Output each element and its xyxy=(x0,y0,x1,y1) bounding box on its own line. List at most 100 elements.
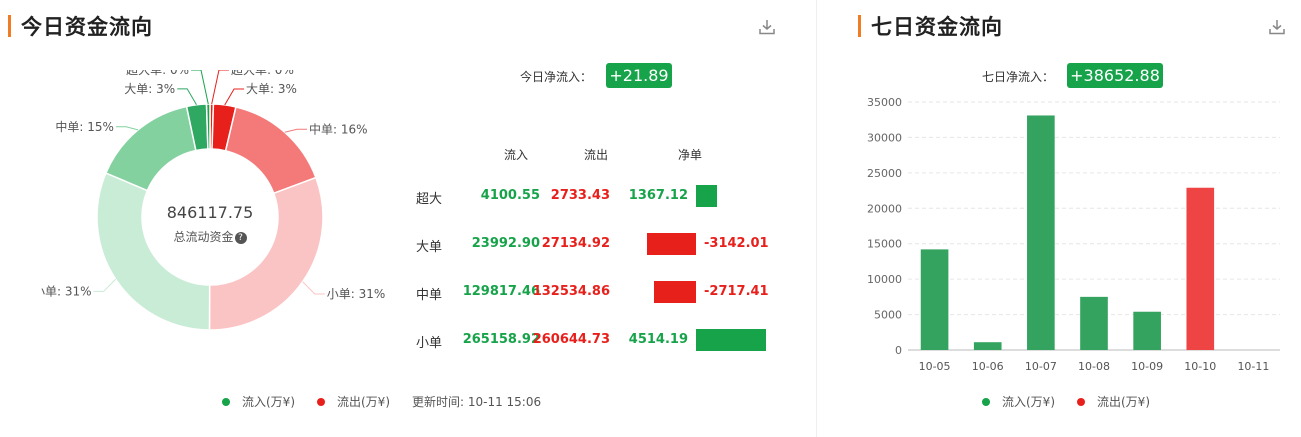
row-category: 超大 xyxy=(416,192,443,207)
week-title: 七日资金流向 xyxy=(871,15,1003,39)
today-donut-chart: 超大单: 0% 大单: 3% 中单: 16% 小单: 31% 小单: 31% 中单: 15… xyxy=(40,70,400,360)
row-outflow: 132534.86 xyxy=(532,284,610,299)
row-net-bar xyxy=(653,281,696,303)
legend-dot-in xyxy=(222,397,230,406)
row-inflow: 129817.46 xyxy=(462,284,540,299)
download-icon[interactable] xyxy=(1268,18,1286,36)
legend-dot-out xyxy=(1077,397,1085,406)
legend-label-in: 流入(万¥) xyxy=(1002,395,1055,409)
x-tick-label: 10-11 xyxy=(1237,360,1269,373)
row-net-bar xyxy=(696,185,718,207)
y-tick-label: 10000 xyxy=(867,273,902,286)
download-icon[interactable] xyxy=(758,18,776,36)
donut-slice-label: 小单: 31% xyxy=(327,287,386,301)
y-tick-label: 15000 xyxy=(867,238,902,251)
help-icon[interactable]: ? xyxy=(234,231,247,244)
row-net-value: 4514.19 xyxy=(628,332,688,347)
week-bar-chart: 0 5000 10000 15000 20000 25000 30000 35000 10-05… xyxy=(867,96,1280,373)
today-net-in-badge: +21.89 xyxy=(606,63,672,88)
x-tick-label: 10-07 xyxy=(1025,360,1057,373)
bar[interactable] xyxy=(1027,115,1055,350)
panel-divider xyxy=(816,0,817,437)
row-inflow: 23992.90 xyxy=(471,236,540,251)
total-fund-label: 总流动资金? xyxy=(40,228,380,245)
week-flow-panel: 七日资金流向 七日净流入： +38652.88 0 5000 10000 15000 2… xyxy=(830,0,1301,437)
legend-dot-out xyxy=(317,397,325,406)
bar[interactable] xyxy=(1186,187,1215,350)
donut-label-line xyxy=(224,88,245,106)
donut-label-line xyxy=(93,278,117,292)
table-header-in: 流入 xyxy=(504,148,529,162)
donut-slice-label: 中单: 15% xyxy=(55,119,114,134)
donut-slice-label: 超大单: 0% xyxy=(126,70,189,77)
y-tick-label: 25000 xyxy=(867,167,902,180)
bar[interactable] xyxy=(1133,311,1161,350)
row-category: 小单 xyxy=(416,336,443,351)
total-fund-value: 846117.75 xyxy=(166,203,254,222)
y-tick-label: 30000 xyxy=(867,131,902,144)
flow-table-row: 小单 265158.92 260644.73 4514.19 xyxy=(412,326,772,354)
x-tick-label: 10-09 xyxy=(1131,360,1163,373)
row-category: 中单 xyxy=(416,288,443,303)
total-fund-label-text: 总流动资金 xyxy=(173,230,234,244)
donut-label-line xyxy=(211,70,229,105)
donut-label-line xyxy=(302,281,325,295)
title-accent-bar xyxy=(858,15,861,37)
title-accent-bar xyxy=(8,15,11,37)
flow-table-row: 超大 4100.55 2733.43 1367.12 xyxy=(412,182,772,210)
x-tick-label: 10-05 xyxy=(919,360,951,373)
legend-label-out: 流出(万¥) xyxy=(1097,395,1150,409)
row-net-value: 1367.12 xyxy=(628,188,688,203)
legend-dot-in xyxy=(982,397,990,406)
row-net-bar xyxy=(696,329,766,351)
week-legend: 流入(万¥) 流出(万¥) xyxy=(982,393,1172,410)
donut-label-line xyxy=(177,88,197,106)
row-net-value: -2717.41 xyxy=(704,284,769,299)
y-tick-label: 0 xyxy=(895,344,902,357)
legend-item-out[interactable]: 流出(万¥) xyxy=(317,393,390,410)
donut-slice[interactable] xyxy=(96,172,211,331)
donut-slice[interactable] xyxy=(224,106,317,195)
legend-item-in[interactable]: 流入(万¥) xyxy=(982,393,1055,410)
row-outflow: 2733.43 xyxy=(550,188,610,203)
donut-slice-label: 大单: 3% xyxy=(246,82,297,96)
donut-slice-label: 大单: 3% xyxy=(124,82,175,96)
x-tick-label: 10-06 xyxy=(972,360,1004,373)
y-tick-label: 5000 xyxy=(874,309,902,322)
update-time: 更新时间: 10-11 15:06 xyxy=(412,393,541,410)
bar[interactable] xyxy=(920,249,949,350)
legend-item-in[interactable]: 流入(万¥) xyxy=(222,393,295,410)
donut-slice-label: 小单: 31% xyxy=(40,284,92,298)
row-category: 大单 xyxy=(416,240,443,255)
donut-label-line xyxy=(284,128,308,133)
row-net-value: -3142.01 xyxy=(704,236,769,251)
today-net-in-label: 今日净流入： xyxy=(520,70,593,84)
row-inflow: 265158.92 xyxy=(462,332,540,347)
table-header-net: 净单 xyxy=(678,148,703,162)
bar[interactable] xyxy=(973,342,1002,350)
donut-slice[interactable] xyxy=(205,103,211,150)
donut-slice[interactable] xyxy=(208,176,324,331)
row-net-bar xyxy=(647,233,696,255)
today-title: 今日资金流向 xyxy=(21,15,153,39)
donut-slice-label: 中单: 16% xyxy=(309,121,368,136)
donut-slice-label: 超大单: 0% xyxy=(231,70,294,77)
flow-table-row: 中单 129817.46 132534.86 -2717.41 xyxy=(412,278,772,306)
legend-label-out: 流出(万¥) xyxy=(337,395,390,409)
donut-label-line xyxy=(115,126,139,131)
donut-slice[interactable] xyxy=(104,105,197,192)
week-title-bar: 七日资金流向 xyxy=(858,12,1003,40)
update-time-text: 更新时间: 10-11 15:06 xyxy=(412,395,542,409)
x-tick-label: 10-10 xyxy=(1184,360,1216,373)
bar[interactable] xyxy=(1080,296,1108,350)
legend-item-out[interactable]: 流出(万¥) xyxy=(1077,393,1150,410)
row-inflow: 4100.55 xyxy=(480,188,540,203)
today-legend: 流入(万¥) 流出(万¥) 更新时间: 10-11 15:06 xyxy=(222,393,563,410)
legend-label-in: 流入(万¥) xyxy=(242,395,295,409)
today-title-bar: 今日资金流向 xyxy=(8,12,153,40)
week-net-in-badge: +38652.88 xyxy=(1067,63,1163,88)
row-outflow: 27134.92 xyxy=(541,236,610,251)
week-net-in-label: 七日净流入： xyxy=(982,70,1055,84)
y-tick-label: 20000 xyxy=(867,202,902,215)
y-tick-label: 35000 xyxy=(867,96,902,109)
